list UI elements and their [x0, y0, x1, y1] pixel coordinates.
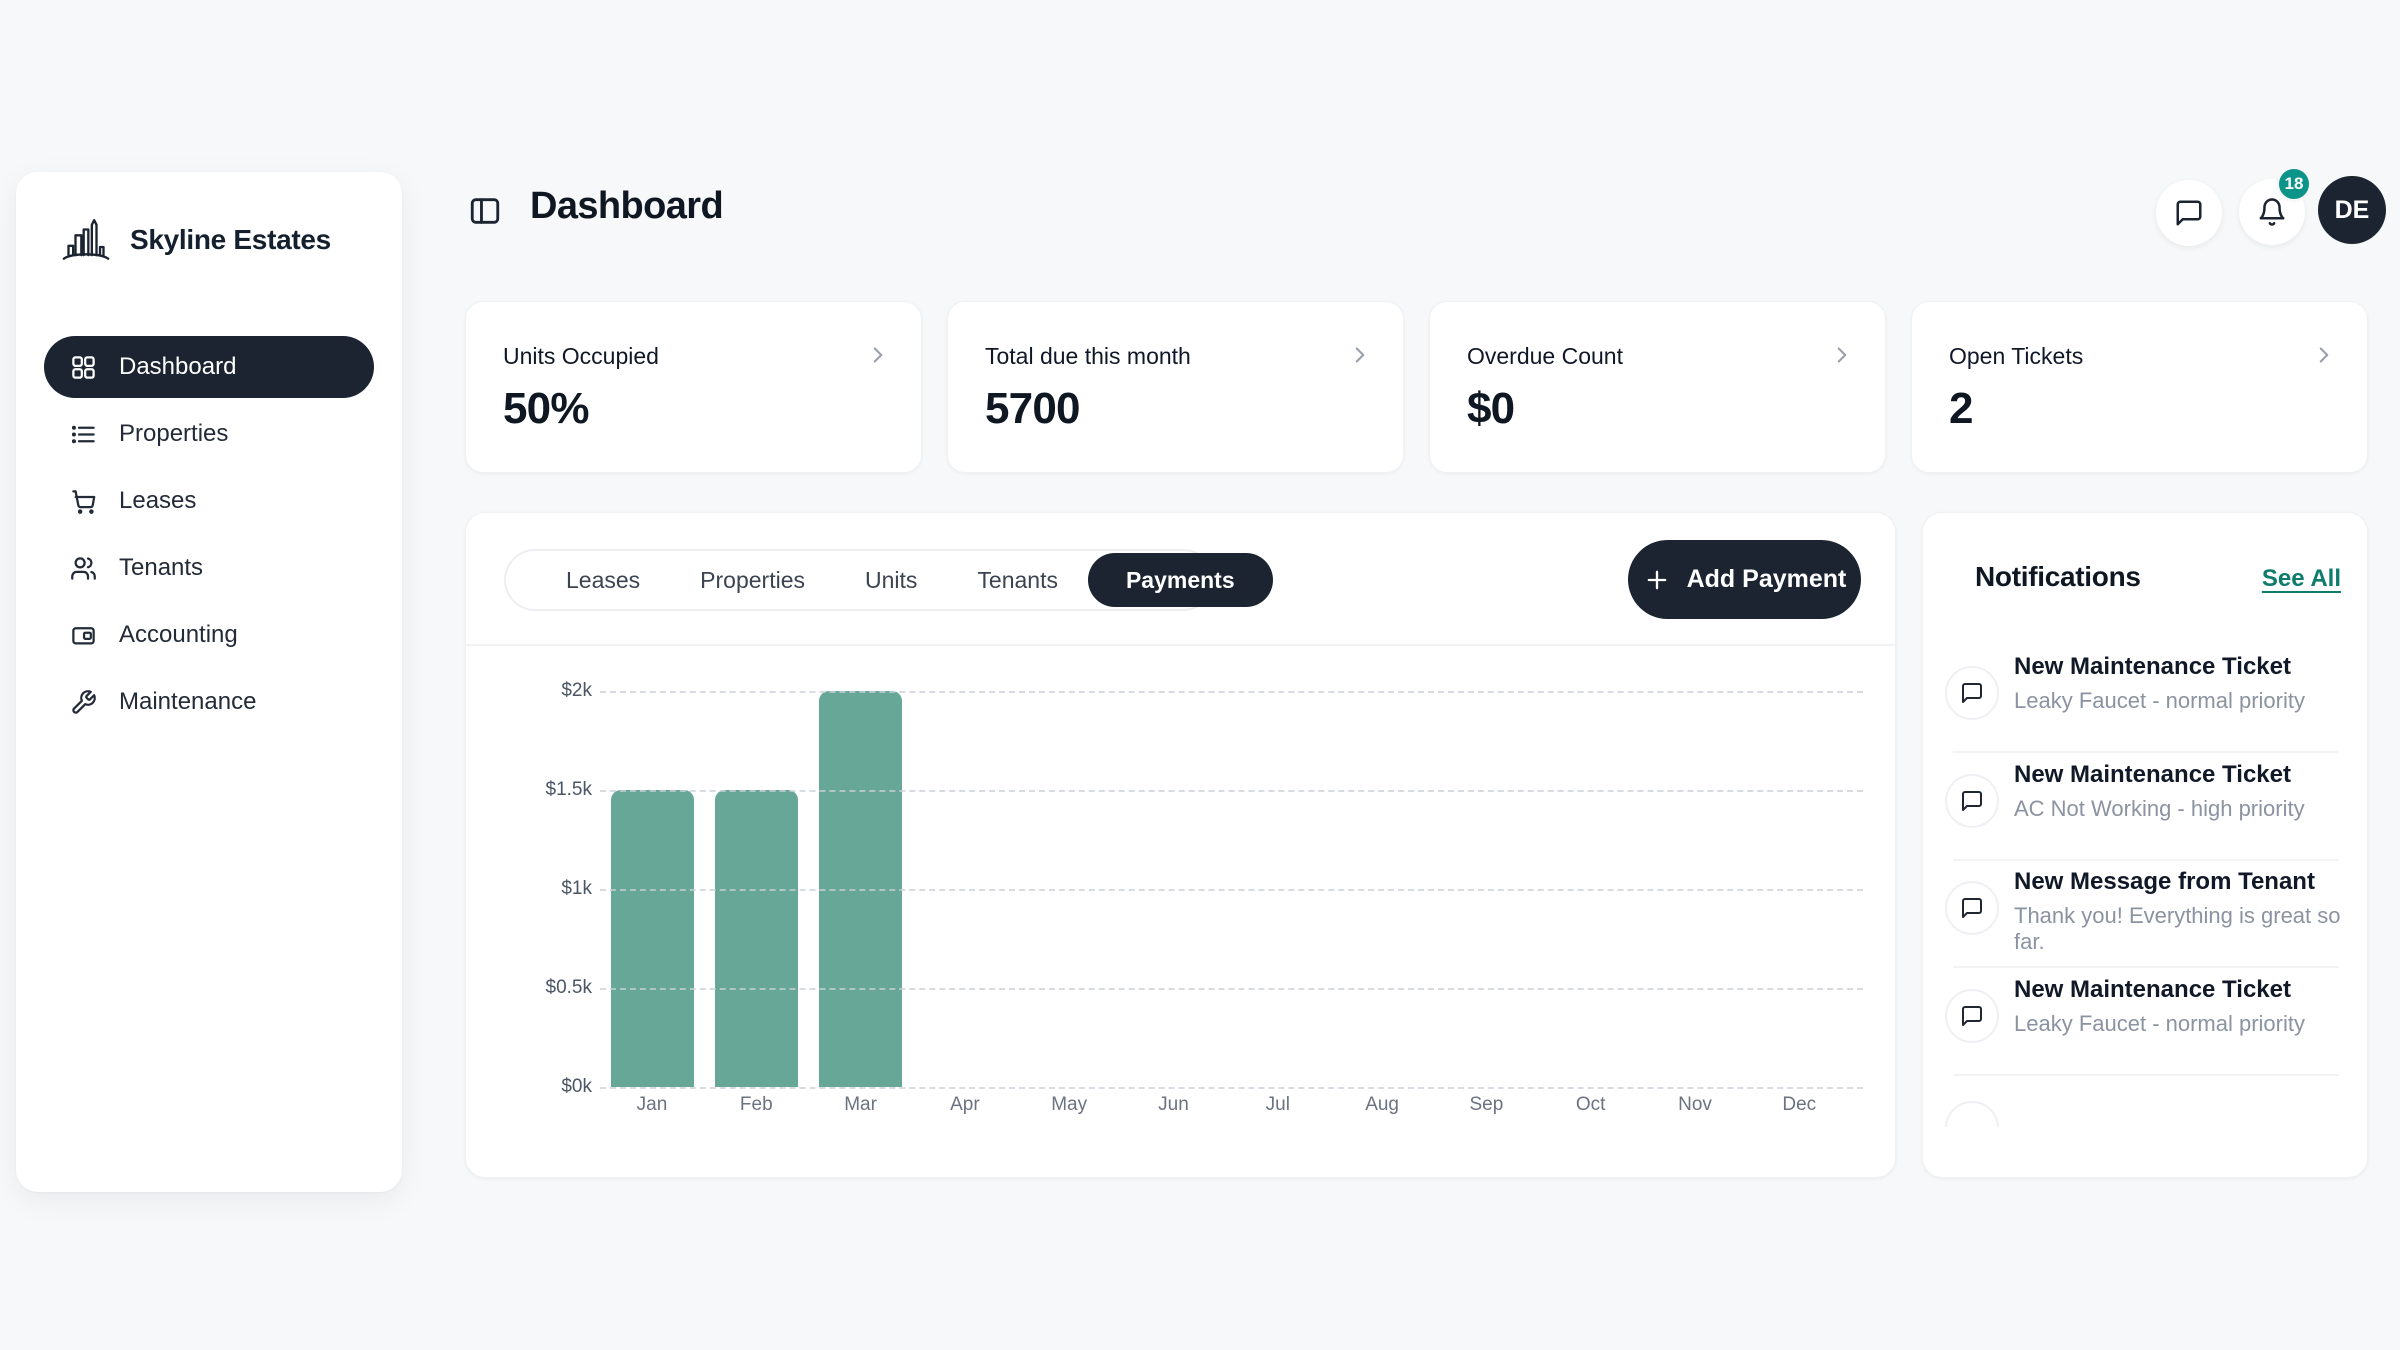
sidebar-item-maintenance[interactable]: Maintenance [44, 671, 374, 733]
chat-bubble-icon [2174, 198, 2204, 228]
wrench-icon [70, 689, 97, 716]
stat-card-overdue-count[interactable]: Overdue Count $0 [1429, 301, 1886, 473]
notifications-panel: Notifications See All New Maintenance Ti… [1922, 512, 2368, 1178]
notification-subtitle: Leaky Faucet - normal priority [2014, 1011, 2305, 1037]
sidebar-item-dashboard[interactable]: Dashboard [44, 336, 374, 398]
chart-gridline [600, 1087, 1863, 1089]
stat-value: 50% [503, 384, 589, 434]
sidebar-item-label: Dashboard [119, 353, 236, 381]
bar-jan [611, 790, 694, 1087]
notification-title: New Message from Tenant [2014, 868, 2315, 896]
sidebar-item-leases[interactable]: Leases [44, 470, 374, 532]
x-axis-tick-label: Oct [1539, 1094, 1643, 1116]
wallet-icon [70, 622, 97, 649]
notification-item[interactable]: New Maintenance Ticket Leaky Faucet - nor… [1923, 962, 2367, 1070]
sidebar-item-label: Properties [119, 420, 228, 448]
grid-icon [70, 354, 97, 381]
chat-bubble-icon [1945, 666, 1999, 720]
y-axis-tick-label: $2k [482, 680, 592, 702]
notification-subtitle: Leaky Faucet - normal priority [2014, 688, 2305, 714]
x-axis-tick-label: Dec [1747, 1094, 1851, 1116]
stat-card-total-due-this-month[interactable]: Total due this month 5700 [947, 301, 1404, 473]
y-axis-tick-label: $1k [482, 878, 592, 900]
brand: Skyline Estates [58, 212, 331, 268]
page-title: Dashboard [530, 185, 723, 228]
sidebar-toggle-button[interactable] [468, 194, 502, 228]
sidebar-item-label: Maintenance [119, 688, 256, 716]
bell-icon [2257, 197, 2287, 227]
messages-button[interactable] [2156, 180, 2222, 246]
x-axis-tick-label: Sep [1434, 1094, 1538, 1116]
chevron-right-icon [865, 342, 891, 368]
payments-panel: LeasesPropertiesUnitsTenantsPayments Add… [465, 512, 1896, 1178]
notification-item[interactable]: New Maintenance Ticket Leaky Faucet - nor… [1923, 639, 2367, 747]
chevron-right-icon [1347, 342, 1373, 368]
sidebar-item-label: Accounting [119, 621, 238, 649]
y-axis-tick-label: $1.5k [482, 779, 592, 801]
see-all-link[interactable]: See All [2262, 565, 2341, 593]
bar-feb [715, 790, 798, 1087]
users-icon [70, 555, 97, 582]
x-axis-tick-label: Mar [809, 1094, 913, 1116]
notification-item-partial [1945, 1101, 1999, 1127]
notification-subtitle: Thank you! Everything is great so far. [2014, 903, 2367, 955]
notification-item[interactable]: New Maintenance Ticket AC Not Working - h… [1923, 747, 2367, 855]
notification-title: New Maintenance Ticket [2014, 653, 2291, 681]
stat-label: Open Tickets [1949, 343, 2083, 370]
notifications-title: Notifications [1975, 561, 2141, 593]
chevron-right-icon [2311, 342, 2337, 368]
stat-card-units-occupied[interactable]: Units Occupied 50% [465, 301, 922, 473]
x-axis-tick-label: May [1017, 1094, 1121, 1116]
stat-value: 2 [1949, 384, 1973, 434]
notification-count-badge: 18 [2276, 166, 2312, 202]
notification-title: New Maintenance Ticket [2014, 976, 2291, 1004]
chart-gridline [600, 889, 1863, 891]
sidebar: Skyline Estates Dashboard Properties Lease… [16, 172, 402, 1192]
stat-value: 5700 [985, 384, 1080, 434]
stat-card-open-tickets[interactable]: Open Tickets 2 [1911, 301, 2368, 473]
sidebar-item-tenants[interactable]: Tenants [44, 537, 374, 599]
chart-gridline [600, 988, 1863, 990]
sidebar-item-accounting[interactable]: Accounting [44, 604, 374, 666]
chat-bubble-icon [1945, 1101, 1999, 1127]
x-axis-tick-label: Apr [913, 1094, 1017, 1116]
x-axis-tick-label: Nov [1643, 1094, 1747, 1116]
list-icon [70, 421, 97, 448]
x-axis-tick-label: Jan [600, 1094, 704, 1116]
x-axis-tick-label: Aug [1330, 1094, 1434, 1116]
sidebar-nav: Dashboard Properties Leases Tenants Accounti… [44, 336, 374, 738]
sidebar-item-properties[interactable]: Properties [44, 403, 374, 465]
user-avatar[interactable]: DE [2318, 176, 2386, 244]
chat-bubble-icon [1945, 989, 1999, 1043]
divider [1953, 1074, 2339, 1076]
chevron-right-icon [1829, 342, 1855, 368]
chart-gridline [600, 790, 1863, 792]
skyline-buildings-icon [58, 212, 114, 268]
chart-gridline [600, 691, 1863, 693]
stat-label: Units Occupied [503, 343, 659, 370]
chat-bubble-icon [1945, 881, 1999, 935]
stat-value: $0 [1467, 384, 1514, 434]
chat-bubble-icon [1945, 774, 1999, 828]
x-axis-tick-label: Feb [704, 1094, 808, 1116]
notification-title: New Maintenance Ticket [2014, 761, 2291, 789]
payments-bar-chart: $0k $0.5k $1k $1.5k $2k JanFebMarAprMayJunJul… [466, 513, 1895, 1177]
sidebar-item-label: Leases [119, 487, 196, 515]
x-axis-tick-label: Jun [1122, 1094, 1226, 1116]
sidebar-item-label: Tenants [119, 554, 203, 582]
y-axis-tick-label: $0.5k [482, 977, 592, 999]
y-axis-tick-label: $0k [482, 1076, 592, 1098]
stat-label: Total due this month [985, 343, 1191, 370]
stat-label: Overdue Count [1467, 343, 1623, 370]
notification-subtitle: AC Not Working - high priority [2014, 796, 2305, 822]
cart-icon [70, 488, 97, 515]
notification-item[interactable]: New Message from Tenant Thank you! Everyt… [1923, 854, 2367, 962]
brand-name: Skyline Estates [130, 224, 331, 256]
x-axis-tick-label: Jul [1226, 1094, 1330, 1116]
